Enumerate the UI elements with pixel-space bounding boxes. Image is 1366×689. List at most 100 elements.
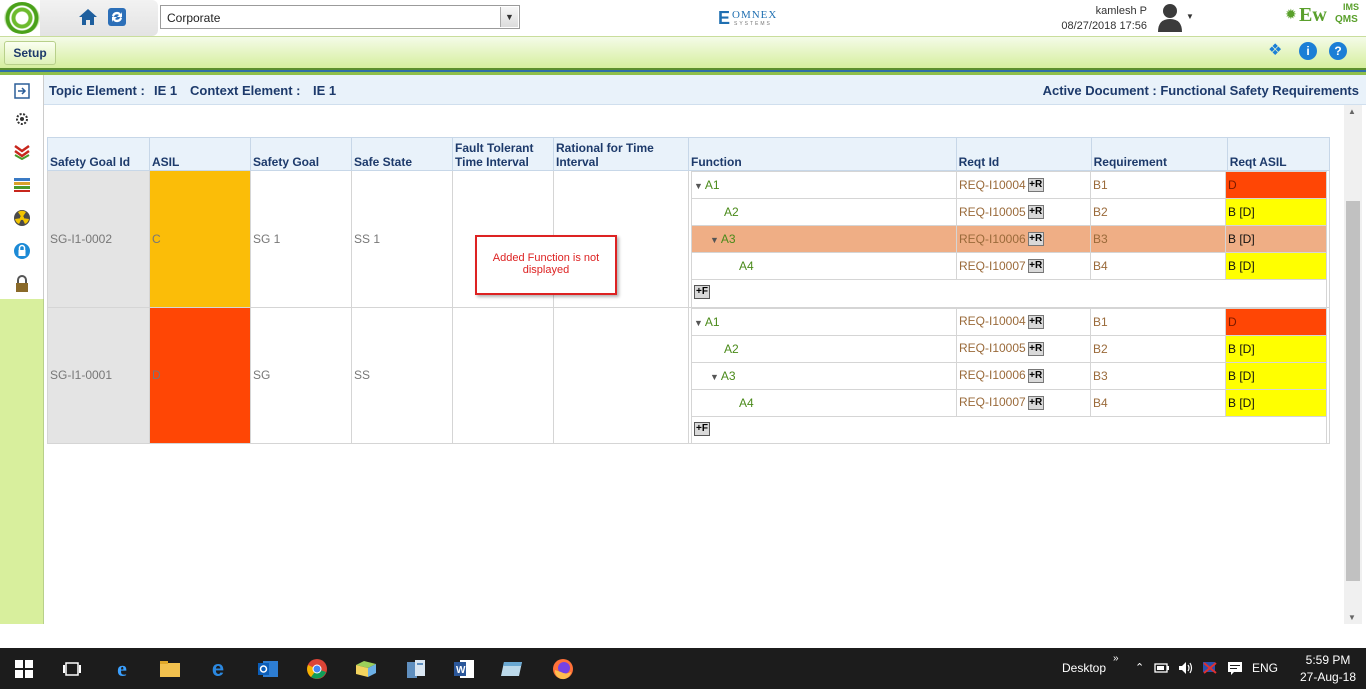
system-clock[interactable]: 5:59 PM 27-Aug-18 [1296,652,1360,686]
vertical-scrollbar[interactable]: ▲ ▼ [1344,105,1362,624]
header-safe-state[interactable]: Safe State [351,137,453,171]
radiation-icon[interactable] [12,208,32,228]
internet-explorer-icon[interactable]: e [110,656,134,681]
function-name[interactable]: A2 [724,205,739,219]
help-icon[interactable]: ? [1329,42,1347,60]
user-avatar-icon[interactable] [1156,2,1184,32]
volume-icon[interactable] [1177,659,1195,677]
app-logo[interactable] [4,2,40,34]
edge-browser-icon[interactable]: e [206,656,230,681]
user-name: kamlesh P [1095,5,1147,17]
function-row[interactable]: A4 REQ-I10007 +R B4 B [D] [691,252,1327,280]
pin-icon[interactable]: ❖ [1268,42,1286,60]
add-requirement-button[interactable]: +R [1027,368,1044,383]
add-function-button[interactable]: +F [694,421,710,436]
reqt-id[interactable]: REQ-I10004 [959,178,1026,192]
function-name[interactable]: A1 [705,178,720,192]
reqt-id[interactable]: REQ-I10005 [959,205,1026,219]
header-asil[interactable]: ASIL [149,137,251,171]
add-requirement-button[interactable]: +R [1027,341,1044,356]
function-name[interactable]: A3 [721,232,736,246]
header-reqt-asil[interactable]: Reqt ASIL [1227,138,1329,170]
organization-select[interactable]: Corporate ▼ [160,5,520,29]
scroll-down-icon[interactable]: ▼ [1348,613,1356,622]
battery-icon[interactable] [1153,659,1171,677]
action-center-icon[interactable] [1226,659,1244,677]
function-row[interactable]: ▼ A1 REQ-I10004 +R B1 D [691,171,1327,199]
layers-chevron-icon[interactable] [12,142,32,162]
add-function-button[interactable]: +F [694,285,710,299]
scrollbar-thumb[interactable] [1346,201,1360,581]
function-row[interactable]: A2 REQ-I10005 +R B2 B [D] [691,334,1327,363]
reqt-id[interactable]: REQ-I10007 [959,259,1026,273]
outlook-icon[interactable] [256,657,280,681]
info-icon[interactable]: i [1299,42,1317,60]
header-safety-goal-id[interactable]: Safety Goal Id [47,137,150,171]
settings-gear-icon[interactable] [12,109,32,129]
reqt-id[interactable]: REQ-I10004 [959,314,1026,328]
rational-cell [553,306,689,444]
tray-chevron-up-icon[interactable]: ⌃ [1135,661,1144,674]
file-explorer-icon[interactable] [158,657,182,681]
header-reqt-id[interactable]: Reqt Id [956,138,1092,170]
add-requirement-button[interactable]: +R [1027,314,1044,329]
refresh-icon[interactable] [104,4,130,30]
add-requirement-button[interactable]: +R [1027,232,1044,247]
windows-start-icon[interactable] [12,657,36,681]
add-requirement-button[interactable]: +R [1027,205,1044,220]
safety-goal-cell: SG [250,306,352,444]
function-row[interactable]: ▼ A1 REQ-I10004 +R B1 D [691,307,1327,336]
collapse-triangle-icon[interactable]: ▼ [710,235,719,245]
expand-panel-icon[interactable] [12,81,32,101]
function-name[interactable]: A3 [721,369,736,383]
function-name[interactable]: A4 [739,396,754,410]
reqt-id[interactable]: REQ-I10006 [959,368,1026,382]
chevron-down-icon[interactable]: ▼ [500,7,518,27]
header-function-group: Function Reqt Id Requirement Reqt ASIL [688,137,1330,171]
function-row[interactable]: ▼ A3 REQ-I10006 +R B3 B [D] [691,361,1327,390]
function-row[interactable]: A2 REQ-I10005 +R B2 B [D] [691,198,1327,226]
topic-element-label: Topic Element : [49,83,145,98]
collapse-triangle-icon[interactable]: ▼ [694,181,703,191]
function-name[interactable]: A2 [724,342,739,356]
reqt-id[interactable]: REQ-I10005 [959,341,1026,355]
task-view-icon[interactable] [60,657,84,681]
header-function[interactable]: Function [689,138,957,170]
header-ftti[interactable]: Fault Tolerant Time Interval [452,137,554,171]
function-name[interactable]: A4 [739,259,754,273]
requirement-cell: B3 [1090,225,1226,253]
padlock-icon[interactable] [12,274,32,294]
scroll-up-icon[interactable]: ▲ [1348,107,1356,116]
lock-badge-icon[interactable] [12,241,32,261]
function-row[interactable]: A4 REQ-I10007 +R B4 B [D] [691,388,1327,417]
home-icon[interactable] [75,4,101,30]
desktop-toolbar-label[interactable]: Desktop [1062,661,1106,675]
add-requirement-button[interactable]: +R [1027,178,1044,193]
table-row[interactable]: SG-I1-0001 D SG SS ▼ A1 REQ-I10004 +R B1 D… [47,306,1330,444]
setup-tab[interactable]: Setup [4,41,56,65]
firefox-icon[interactable] [551,657,575,681]
header-rational[interactable]: Rational for Time Interval [553,137,689,171]
user-menu-caret-icon[interactable]: ▼ [1186,12,1194,21]
function-name[interactable]: A1 [705,315,720,329]
collapse-triangle-icon[interactable]: ▼ [710,372,719,382]
office-app-icon[interactable] [404,657,428,681]
network-warning-icon[interactable] [1201,659,1219,677]
add-requirement-button[interactable]: +R [1027,259,1044,274]
word-icon[interactable]: W [452,657,476,681]
stacked-bars-icon[interactable] [12,175,32,195]
add-requirement-button[interactable]: +R [1027,395,1044,410]
notes-app-icon[interactable] [500,657,524,681]
header-safety-goal[interactable]: Safety Goal [250,137,352,171]
header-requirement[interactable]: Requirement [1091,138,1228,170]
chrome-icon[interactable] [305,657,329,681]
table-row[interactable]: SG-I1-0002 C SG 1 SS 1 ▼ A1 REQ-I10004 +R … [47,170,1330,308]
folder-map-icon[interactable] [354,657,378,681]
reqt-id[interactable]: REQ-I10007 [959,395,1026,409]
topic-element-value: IE 1 [154,83,178,98]
function-row-selected[interactable]: ▼ A3 REQ-I10006 +R B3 B [D] [691,225,1327,253]
language-indicator[interactable]: ENG [1252,661,1278,675]
toolbar-expand-icon[interactable]: » [1113,653,1119,664]
collapse-triangle-icon[interactable]: ▼ [694,318,703,328]
reqt-id[interactable]: REQ-I10006 [959,232,1026,246]
